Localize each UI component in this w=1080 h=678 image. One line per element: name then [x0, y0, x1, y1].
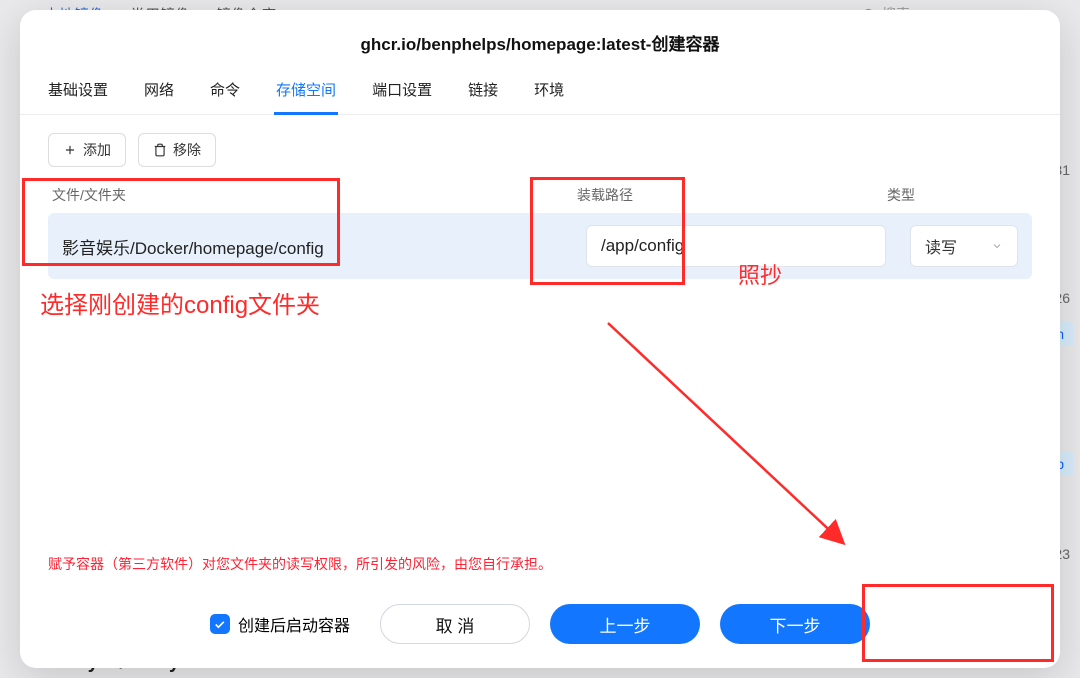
add-button[interactable]: 添加 [48, 133, 126, 167]
trash-icon [153, 143, 167, 157]
tab-link[interactable]: 链接 [468, 73, 498, 114]
remove-button[interactable]: 移除 [138, 133, 216, 167]
tab-basic[interactable]: 基础设置 [48, 73, 108, 114]
checkbox-checked[interactable] [210, 614, 230, 634]
annotation-arrow [600, 315, 860, 555]
modal-title: ghcr.io/benphelps/homepage:latest-创建容器 [20, 10, 1060, 73]
annotation-text-select: 选择刚创建的config文件夹 [40, 285, 320, 320]
col-type-header: 类型 [887, 185, 1028, 205]
table-header: 文件/文件夹 装载路径 类型 [48, 185, 1032, 213]
footer-actions: 创建后启动容器 取 消 上一步 下一步 [48, 604, 1032, 644]
path-cell[interactable]: 影音娱乐/Docker/homepage/config [62, 234, 572, 259]
type-select-value: 读写 [925, 234, 957, 258]
next-button[interactable]: 下一步 [720, 604, 870, 644]
tab-port[interactable]: 端口设置 [372, 73, 432, 114]
col-path-header: 文件/文件夹 [52, 185, 577, 205]
add-button-label: 添加 [83, 140, 111, 160]
toolbar: 添加 移除 [48, 133, 1032, 167]
content-area: 添加 移除 文件/文件夹 装载路径 类型 影音娱乐/Docker/homepag… [20, 115, 1060, 538]
tab-command[interactable]: 命令 [210, 73, 240, 114]
warning-text: 赋予容器（第三方软件）对您文件夹的读写权限，所引发的风险，由您自行承担。 [48, 554, 1032, 574]
tab-storage[interactable]: 存储空间 [276, 73, 336, 114]
chevron-down-icon [991, 240, 1003, 252]
remove-button-label: 移除 [173, 140, 201, 160]
modal-footer: 赋予容器（第三方软件）对您文件夹的读写权限，所引发的风险，由您自行承担。 创建后… [20, 538, 1060, 668]
mount-cell [586, 225, 886, 267]
tab-network[interactable]: 网络 [144, 73, 174, 114]
plus-icon [63, 143, 77, 157]
col-mount-header: 装载路径 [577, 185, 887, 205]
prev-button[interactable]: 上一步 [550, 604, 700, 644]
create-container-modal: ghcr.io/benphelps/homepage:latest-创建容器 基… [20, 10, 1060, 668]
check-icon [213, 618, 226, 631]
table-row[interactable]: 影音娱乐/Docker/homepage/config 读写 [48, 213, 1032, 279]
start-after-create-option[interactable]: 创建后启动容器 [210, 612, 350, 636]
tab-bar: 基础设置 网络 命令 存储空间 端口设置 链接 环境 [20, 73, 1060, 115]
tab-env[interactable]: 环境 [534, 73, 564, 114]
start-after-create-label: 创建后启动容器 [238, 612, 350, 636]
mount-path-input[interactable] [586, 225, 886, 267]
type-select[interactable]: 读写 [910, 225, 1018, 267]
cancel-button[interactable]: 取 消 [380, 604, 530, 644]
